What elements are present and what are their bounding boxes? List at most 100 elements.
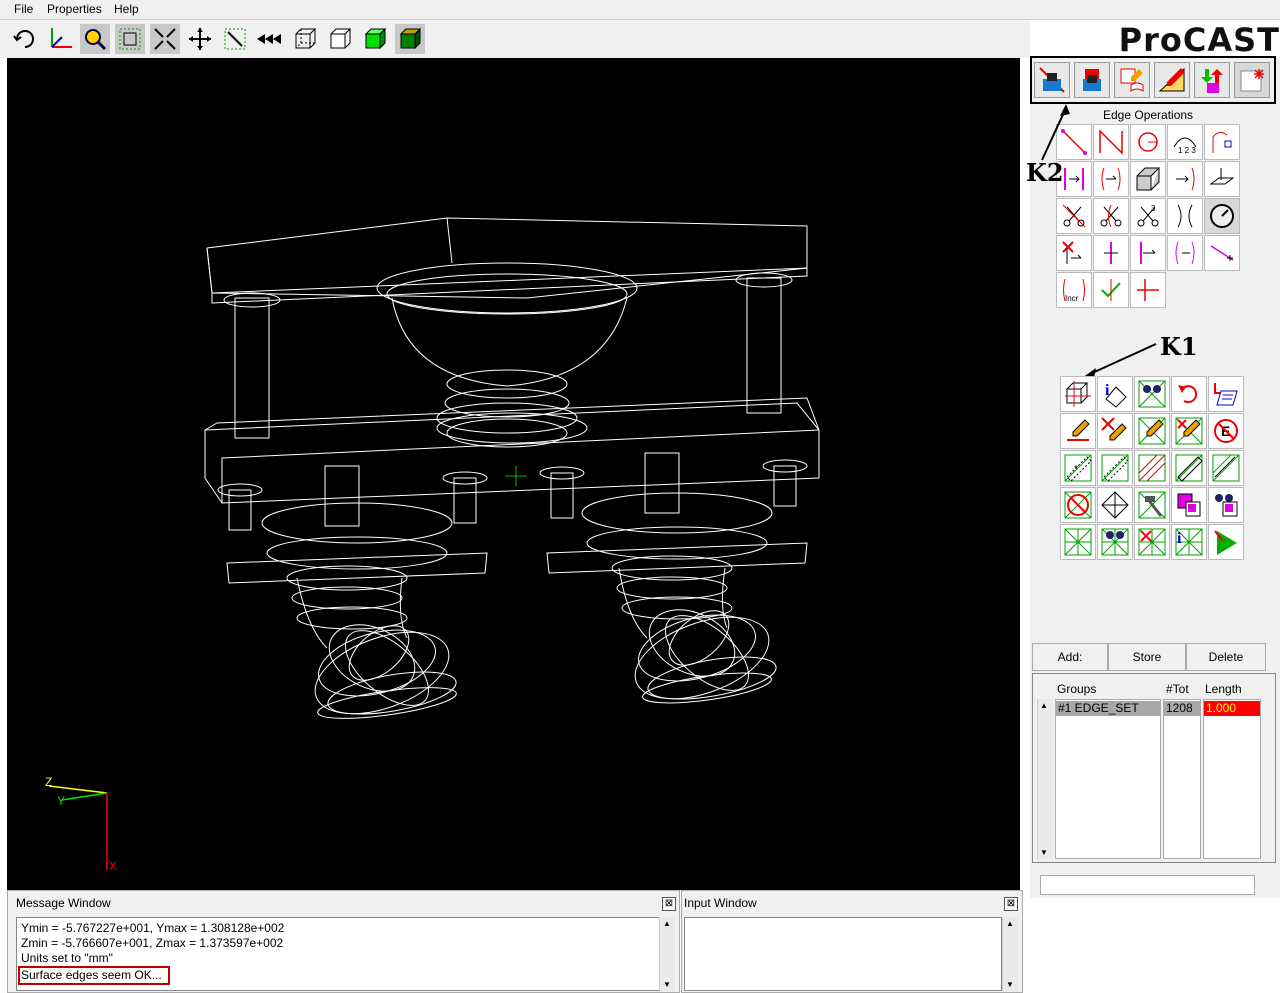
- scroll-down-icon[interactable]: ▼: [1040, 848, 1048, 857]
- length-cell[interactable]: 1.000: [1204, 701, 1260, 716]
- groups-table: Groups #Tot Length ▲ ▼ #1 EDGE_SET 1208 …: [1032, 673, 1276, 863]
- box-outline-icon[interactable]: [325, 24, 355, 54]
- 3d-viewport[interactable]: Z Y X: [7, 58, 1020, 890]
- rotate-icon[interactable]: [10, 24, 40, 54]
- edge-polyline-icon[interactable]: [1093, 124, 1129, 160]
- surface-op5-icon[interactable]: [1208, 450, 1244, 486]
- mode-export-icon[interactable]: [1194, 62, 1230, 98]
- surface-paint-icon[interactable]: [1060, 413, 1096, 449]
- surface-info-icon[interactable]: i: [1097, 376, 1133, 412]
- edge-arc-icon[interactable]: 1 2 3: [1167, 124, 1203, 160]
- pan-icon[interactable]: [185, 24, 215, 54]
- edge-intersect-icon[interactable]: [1130, 272, 1166, 308]
- mode-edit-icon[interactable]: [1074, 62, 1110, 98]
- delete-button[interactable]: Delete: [1186, 643, 1266, 671]
- message-close-icon[interactable]: ⊠: [662, 897, 676, 911]
- in-scroll-up-icon[interactable]: ▲: [1006, 919, 1014, 928]
- edge-circle-icon[interactable]: [1130, 124, 1166, 160]
- green-box-icon[interactable]: [360, 24, 390, 54]
- in-scroll-down-icon[interactable]: ▼: [1006, 980, 1014, 989]
- edge-bias-icon[interactable]: [1167, 235, 1203, 271]
- surface-box-icon[interactable]: [1060, 376, 1096, 412]
- mode-mesh-icon[interactable]: [1154, 62, 1190, 98]
- edge-move-icon[interactable]: [1167, 161, 1203, 197]
- store-button[interactable]: Store: [1108, 643, 1186, 671]
- add-button[interactable]: Add:: [1032, 643, 1108, 671]
- edge-join-icon[interactable]: [1093, 161, 1129, 197]
- menu-properties[interactable]: Properties: [47, 2, 102, 16]
- edge-project-icon[interactable]: [1204, 161, 1240, 197]
- surface-run-icon[interactable]: [1208, 524, 1244, 560]
- group-row[interactable]: #1 EDGE_SET: [1056, 701, 1160, 716]
- length-header: Length: [1205, 682, 1242, 696]
- menu-help[interactable]: Help: [114, 2, 139, 16]
- message-text-area[interactable]: Ymin = -5.767227e+001, Ymax = 1.308128e+…: [16, 917, 660, 991]
- edge-cut-icon[interactable]: [1056, 198, 1092, 234]
- length-column: 1.000: [1203, 699, 1261, 859]
- edge-cut3-icon[interactable]: 3: [1130, 198, 1166, 234]
- input-scrollbar[interactable]: ▲ ▼: [1002, 917, 1018, 991]
- surface-copy-view-icon[interactable]: [1208, 487, 1244, 523]
- select-icon[interactable]: [220, 24, 250, 54]
- mode-surface-icon[interactable]: [1114, 62, 1150, 98]
- menu-file[interactable]: File: [14, 2, 33, 16]
- svg-text:i: i: [1105, 382, 1110, 399]
- edge-nodeplace-icon[interactable]: [1204, 235, 1240, 271]
- surface-paint-grid-icon[interactable]: [1134, 413, 1170, 449]
- surface-grid-icon[interactable]: [1060, 524, 1096, 560]
- edge-incr-icon[interactable]: Incr: [1056, 272, 1092, 308]
- edge-divide-icon[interactable]: [1130, 235, 1166, 271]
- surface-grid-delete-icon[interactable]: [1134, 524, 1170, 560]
- axis-x-label: X: [109, 859, 117, 873]
- procast-logo: ProCAST: [1118, 21, 1280, 59]
- svg-text:1 2 3: 1 2 3: [1178, 146, 1196, 155]
- surface-check-icon[interactable]: [1060, 487, 1096, 523]
- mode-sparkle-icon[interactable]: [1234, 62, 1270, 98]
- zoom-icon[interactable]: [80, 24, 110, 54]
- edge-check-icon[interactable]: [1093, 272, 1129, 308]
- edge-measure-icon[interactable]: [1204, 198, 1240, 234]
- message-scrollbar[interactable]: ▲ ▼: [659, 917, 675, 991]
- mode-delete-icon[interactable]: [1034, 62, 1070, 98]
- axis-z-label: Z: [45, 775, 52, 789]
- surface-save-icon[interactable]: [1208, 376, 1244, 412]
- groups-scrollbar[interactable]: ▲ ▼: [1037, 699, 1053, 859]
- surface-unpaint-grid-icon[interactable]: [1171, 413, 1207, 449]
- surface-undo-icon[interactable]: [1171, 376, 1207, 412]
- surface-erase-icon[interactable]: E: [1208, 413, 1244, 449]
- edge-bracket-icon[interactable]: [1167, 198, 1203, 234]
- window-icon[interactable]: [115, 24, 145, 54]
- msg-scroll-up-icon[interactable]: ▲: [663, 919, 671, 928]
- scroll-up-icon[interactable]: ▲: [1040, 701, 1048, 710]
- edge-spline-icon[interactable]: [1204, 124, 1240, 160]
- tot-column: 1208: [1163, 699, 1201, 859]
- edge-extrude-icon[interactable]: [1130, 161, 1166, 197]
- panel-input-field[interactable]: [1040, 875, 1255, 895]
- msg-scroll-down-icon[interactable]: ▼: [663, 980, 671, 989]
- shrink-icon[interactable]: [150, 24, 180, 54]
- surface-copy-icon[interactable]: [1171, 487, 1207, 523]
- surface-view-icon[interactable]: [1134, 376, 1170, 412]
- surface-op1-icon[interactable]: *: [1060, 450, 1096, 486]
- surface-mesh-icon[interactable]: [1097, 487, 1133, 523]
- surface-grid-info-icon[interactable]: i: [1171, 524, 1207, 560]
- edge-nodes-icon[interactable]: [1093, 235, 1129, 271]
- axes-icon[interactable]: [45, 24, 75, 54]
- wireframe-box-icon[interactable]: [290, 24, 320, 54]
- rewind-icon[interactable]: [255, 24, 285, 54]
- shaded-box-icon[interactable]: [395, 24, 425, 54]
- surface-hammer-icon[interactable]: [1134, 487, 1170, 523]
- message-line-highlighted: Surface edges seem OK...: [18, 966, 170, 985]
- surface-grid-view-icon[interactable]: [1097, 524, 1133, 560]
- edge-delete-icon[interactable]: [1056, 235, 1092, 271]
- menu-bar: File Properties Help: [0, 0, 1280, 20]
- edge-cut2-icon[interactable]: [1093, 198, 1129, 234]
- surface-op2-icon[interactable]: [1097, 450, 1133, 486]
- surface-op3-icon[interactable]: [1134, 450, 1170, 486]
- surface-unpaint-icon[interactable]: [1097, 413, 1133, 449]
- tot-header: #Tot: [1166, 682, 1189, 696]
- input-text-area[interactable]: [684, 917, 1002, 991]
- k2-arrow: [1041, 104, 1070, 161]
- surface-op4-icon[interactable]: [1171, 450, 1207, 486]
- input-close-icon[interactable]: ⊠: [1004, 897, 1018, 911]
